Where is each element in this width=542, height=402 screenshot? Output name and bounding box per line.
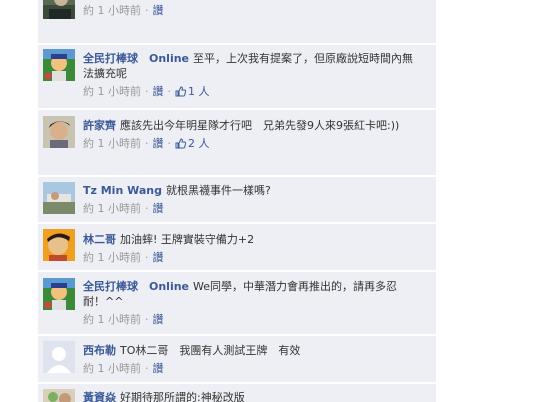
separator-dot: · bbox=[145, 85, 149, 98]
comment-text: Tz Min Wang 就根黑襪事件一樣嗎? bbox=[83, 183, 418, 198]
separator-dot: · bbox=[167, 137, 172, 150]
comment-message: TO林二哥 我團有人測試王牌 有效 bbox=[120, 344, 301, 357]
comment-meta: 約 1 小時前 · 讚 · 1 人 bbox=[83, 85, 418, 99]
comment-author[interactable]: 全民打棒球 Online bbox=[83, 280, 189, 293]
like-button[interactable]: 讚 bbox=[153, 4, 164, 17]
avatar[interactable] bbox=[43, 116, 75, 148]
comment-meta: 約 1 小時前 · 讚 bbox=[83, 202, 418, 216]
comment-timestamp[interactable]: 約 1 小時前 bbox=[83, 4, 141, 17]
comment-item: 許家齊 應該先出今年明星隊才行吧 兄弟先發9人來9張紅卡吧:)) 約 1 小時前 ·… bbox=[38, 110, 436, 176]
comment-message: 加油蟀! 王牌實裝守備力+2 bbox=[120, 233, 255, 246]
comment-timestamp[interactable]: 約 1 小時前 bbox=[83, 137, 141, 150]
avatar[interactable] bbox=[43, 182, 75, 214]
thumbs-up-icon bbox=[175, 86, 186, 97]
like-button[interactable]: 讚 bbox=[153, 313, 164, 326]
comment-message: 好期待那所謂的:神秘改版 bbox=[120, 391, 245, 402]
comment-author[interactable]: 黃資焱 bbox=[83, 391, 116, 402]
comment-text: 許家齊 應該先出今年明星隊才行吧 兄弟先發9人來9張紅卡吧:)) bbox=[83, 118, 418, 133]
comment-text: 林二哥 加油蟀! 王牌實裝守備力+2 bbox=[83, 232, 418, 247]
avatar[interactable] bbox=[43, 49, 75, 81]
like-count[interactable]: 1 人 bbox=[175, 85, 210, 98]
like-button[interactable]: 讚 bbox=[153, 137, 164, 150]
comment-timestamp[interactable]: 約 1 小時前 bbox=[83, 202, 141, 215]
avatar[interactable] bbox=[43, 278, 75, 310]
avatar[interactable] bbox=[43, 229, 75, 261]
comment-author[interactable]: Tz Min Wang bbox=[83, 184, 162, 197]
comment-author[interactable]: 西布勒 bbox=[83, 344, 116, 357]
page: 歌 約 1 小時前·讚 全民打棒球 Online至平，上次我有提案了，但 bbox=[0, 0, 542, 402]
comment-item: 黃資焱 好期待那所謂的:神秘改版 bbox=[38, 384, 436, 402]
comment-text: 全民打棒球 Online We同學，中華潛力會再推出的，請再多忍耐！^^ bbox=[83, 279, 418, 309]
separator-dot: · bbox=[145, 313, 149, 326]
comment-item: 林二哥 加油蟀! 王牌實裝守備力+2 約 1 小時前 · 讚 bbox=[38, 224, 436, 271]
like-button[interactable]: 讚 bbox=[153, 202, 164, 215]
comment-meta: 約 1 小時前 · 讚 bbox=[83, 4, 418, 18]
separator-dot: · bbox=[145, 137, 149, 150]
comment-timestamp[interactable]: 約 1 小時前 bbox=[83, 313, 141, 326]
separator-dot: · bbox=[145, 251, 149, 264]
comment-timestamp[interactable]: 約 1 小時前 bbox=[83, 362, 141, 375]
comment-meta: 約 1 小時前 · 讚 bbox=[83, 251, 418, 265]
separator-dot: · bbox=[167, 85, 172, 98]
comment-author[interactable]: 全民打棒球 Online bbox=[83, 52, 189, 65]
avatar[interactable] bbox=[43, 389, 75, 402]
comment-item: 全民打棒球 Online We同學，中華潛力會再推出的，請再多忍耐！^^ 約 1 … bbox=[38, 272, 436, 335]
comment-author[interactable]: 許家齊 bbox=[83, 119, 116, 132]
like-button[interactable]: 讚 bbox=[153, 251, 164, 264]
thumbs-up-icon bbox=[175, 138, 186, 149]
like-button[interactable]: 讚 bbox=[153, 362, 164, 375]
comment-author[interactable]: 林二哥 bbox=[83, 233, 116, 246]
comment-thread: 歌 約 1 小時前·讚 全民打棒球 Online至平，上次我有提案了，但 bbox=[38, 0, 436, 402]
comment-meta: 約 1 小時前 · 讚 bbox=[83, 362, 418, 376]
comment-meta: 約 1 小時前 · 讚 · 2 人 bbox=[83, 137, 418, 151]
like-count-text: 2 人 bbox=[188, 137, 210, 150]
like-count[interactable]: 2 人 bbox=[175, 137, 210, 150]
separator-dot: · bbox=[145, 4, 149, 17]
comment-item: 全民打棒球 Online 至平，上次我有提案了，但原廠說短時間內無法擴充呢 約 1… bbox=[38, 45, 436, 109]
avatar[interactable] bbox=[43, 0, 75, 19]
separator-dot: · bbox=[145, 202, 149, 215]
comment-item: Tz Min Wang 就根黑襪事件一樣嗎? 約 1 小時前 · 讚 bbox=[38, 177, 436, 223]
comment-timestamp[interactable]: 約 1 小時前 bbox=[83, 85, 141, 98]
comment-message: 應該先出今年明星隊才行吧 兄弟先發9人來9張紅卡吧:)) bbox=[120, 119, 400, 132]
comment-meta: 約 1 小時前 · 讚 bbox=[83, 313, 418, 327]
comment-item: 歌 約 1 小時前·讚 bbox=[38, 0, 436, 44]
like-count-text: 1 人 bbox=[188, 85, 210, 98]
avatar[interactable] bbox=[43, 341, 75, 373]
comment-message: 就根黑襪事件一樣嗎? bbox=[165, 184, 271, 197]
comment-text: 全民打棒球 Online 至平，上次我有提案了，但原廠說短時間內無法擴充呢 bbox=[83, 51, 418, 81]
comment-text: 西布勒 TO林二哥 我團有人測試王牌 有效 bbox=[83, 343, 418, 358]
comment-text: 黃資焱 好期待那所謂的:神秘改版 bbox=[83, 390, 418, 402]
separator-dot: · bbox=[145, 362, 149, 375]
comment-timestamp[interactable]: 約 1 小時前 bbox=[83, 251, 141, 264]
like-button[interactable]: 讚 bbox=[153, 85, 164, 98]
comment-item: 西布勒 TO林二哥 我團有人測試王牌 有效 約 1 小時前 · 讚 bbox=[38, 336, 436, 383]
